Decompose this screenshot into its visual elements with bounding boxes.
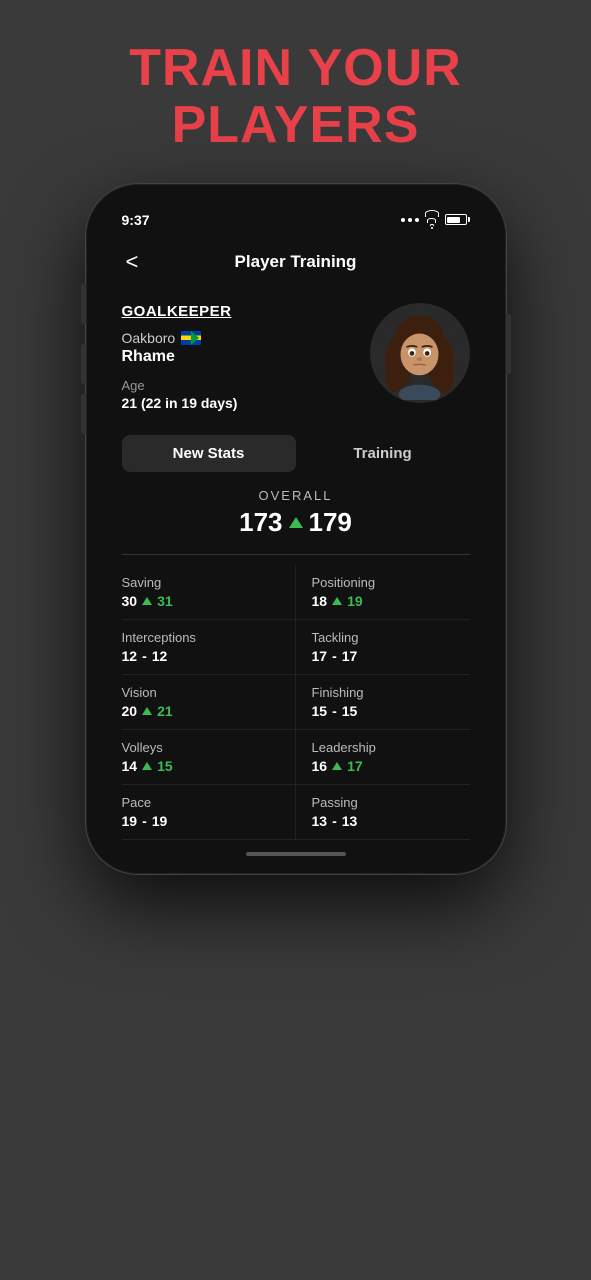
- stat-value: 17 - 17: [312, 648, 470, 664]
- home-bar: [246, 852, 346, 856]
- stat-cell-passing: Passing 13 - 13: [296, 785, 470, 840]
- headline-line1: TRAIN YOUR: [129, 39, 462, 97]
- stat-old-value: 14: [122, 758, 138, 774]
- player-avatar: [370, 303, 470, 403]
- stat-name: Passing: [312, 795, 470, 810]
- stat-value: 15 - 15: [312, 703, 470, 719]
- stat-old-value: 12: [122, 648, 138, 664]
- stat-separator: -: [332, 703, 337, 719]
- stat-old-value: 18: [312, 593, 328, 609]
- stat-cell-interceptions: Interceptions 12 - 12: [122, 620, 296, 675]
- back-button[interactable]: <: [118, 245, 147, 279]
- stats-grid: Saving3031Positioning1819Interceptions12…: [98, 561, 494, 840]
- battery-icon: [445, 214, 470, 225]
- stat-cell-saving: Saving 30 31: [122, 565, 296, 620]
- stat-new-value: 17: [347, 758, 363, 774]
- stat-value: 2021: [122, 703, 279, 719]
- stat-up-arrow: [142, 762, 152, 770]
- stat-value: 30 31: [122, 593, 279, 609]
- app-content: < Player Training GOALKEEPER Oakboro: [98, 235, 494, 840]
- overall-value: 173 179: [122, 507, 470, 538]
- stat-cell-vision: Vision2021: [122, 675, 296, 730]
- stat-up-arrow: [332, 762, 342, 770]
- headline: TRAIN YOUR PLAYERS: [109, 0, 482, 184]
- player-age-label: Age: [122, 378, 370, 393]
- player-club-row: Oakboro: [122, 330, 370, 346]
- phone-screen: 9:37: [98, 196, 494, 862]
- overall-divider: [122, 554, 470, 555]
- stat-name: Leadership: [312, 740, 470, 755]
- nav-title: Player Training: [235, 252, 357, 272]
- overall-up-arrow: [289, 517, 303, 528]
- stat-cell-volleys: Volleys 14 15: [122, 730, 296, 785]
- stat-old-value: 13: [312, 813, 328, 829]
- status-icons: [401, 210, 470, 229]
- signal-icon: [401, 218, 419, 222]
- stat-value: 1819: [312, 593, 470, 609]
- stat-name: Pace: [122, 795, 279, 810]
- nav-bar: < Player Training: [98, 235, 494, 293]
- flag-icon: [181, 331, 201, 345]
- player-info: GOALKEEPER Oakboro Rhame Age 21 (22 in 1…: [122, 303, 370, 411]
- stat-name: Finishing: [312, 685, 470, 700]
- stat-separator: -: [332, 648, 337, 664]
- player-club: Oakboro: [122, 330, 176, 346]
- stat-name: Interceptions: [122, 630, 279, 645]
- stat-value: 14 15: [122, 758, 279, 774]
- stat-new-value: 19: [152, 813, 168, 829]
- stat-separator: -: [332, 813, 337, 829]
- overall-label: OVERALL: [122, 488, 470, 503]
- phone-device: 9:37: [86, 184, 506, 874]
- stat-cell-leadership: Leadership1617: [296, 730, 470, 785]
- tab-new-stats[interactable]: New Stats: [122, 435, 296, 472]
- tabs-row: New Stats Training: [122, 435, 470, 472]
- stat-value: 1617: [312, 758, 470, 774]
- stat-value: 13 - 13: [312, 813, 470, 829]
- player-section: GOALKEEPER Oakboro Rhame Age 21 (22 in 1…: [98, 293, 494, 427]
- notch: [236, 196, 356, 224]
- stat-value: 12 - 12: [122, 648, 279, 664]
- stat-new-value: 21: [157, 703, 173, 719]
- stat-cell-pace: Pace 19 - 19: [122, 785, 296, 840]
- stat-old-value: 19: [122, 813, 138, 829]
- stat-new-value: 17: [342, 648, 358, 664]
- stat-name: Vision: [122, 685, 279, 700]
- stat-old-value: 20: [122, 703, 138, 719]
- overall-old: 173: [239, 507, 282, 538]
- stat-name: Volleys: [122, 740, 279, 755]
- stat-up-arrow: [142, 707, 152, 715]
- overall-section: OVERALL 173 179: [98, 472, 494, 548]
- stat-new-value: 15: [157, 758, 173, 774]
- stat-cell-tackling: Tackling 17 - 17: [296, 620, 470, 675]
- stat-value: 19 - 19: [122, 813, 279, 829]
- stat-old-value: 15: [312, 703, 328, 719]
- stat-up-arrow: [142, 597, 152, 605]
- player-age-value: 21 (22 in 19 days): [122, 395, 370, 411]
- stat-old-value: 30: [122, 593, 138, 609]
- stat-name: Tackling: [312, 630, 470, 645]
- home-indicator: [98, 840, 494, 862]
- stat-new-value: 13: [342, 813, 358, 829]
- wifi-icon: [425, 210, 439, 229]
- stat-up-arrow: [332, 597, 342, 605]
- headline-line2: PLAYERS: [172, 96, 420, 154]
- tab-training[interactable]: Training: [296, 435, 470, 472]
- stat-old-value: 17: [312, 648, 328, 664]
- player-name: Rhame: [122, 348, 370, 366]
- stat-cell-positioning: Positioning1819: [296, 565, 470, 620]
- stat-new-value: 19: [347, 593, 363, 609]
- player-position: GOALKEEPER: [122, 303, 370, 320]
- stat-separator: -: [142, 813, 147, 829]
- stat-new-value: 15: [342, 703, 358, 719]
- stat-separator: -: [142, 648, 147, 664]
- stat-name: Saving: [122, 575, 279, 590]
- stat-name: Positioning: [312, 575, 470, 590]
- stat-cell-finishing: Finishing 15 - 15: [296, 675, 470, 730]
- stat-new-value: 31: [157, 593, 173, 609]
- stat-new-value: 12: [152, 648, 168, 664]
- status-time: 9:37: [122, 212, 150, 228]
- overall-new: 179: [309, 507, 352, 538]
- stat-old-value: 16: [312, 758, 328, 774]
